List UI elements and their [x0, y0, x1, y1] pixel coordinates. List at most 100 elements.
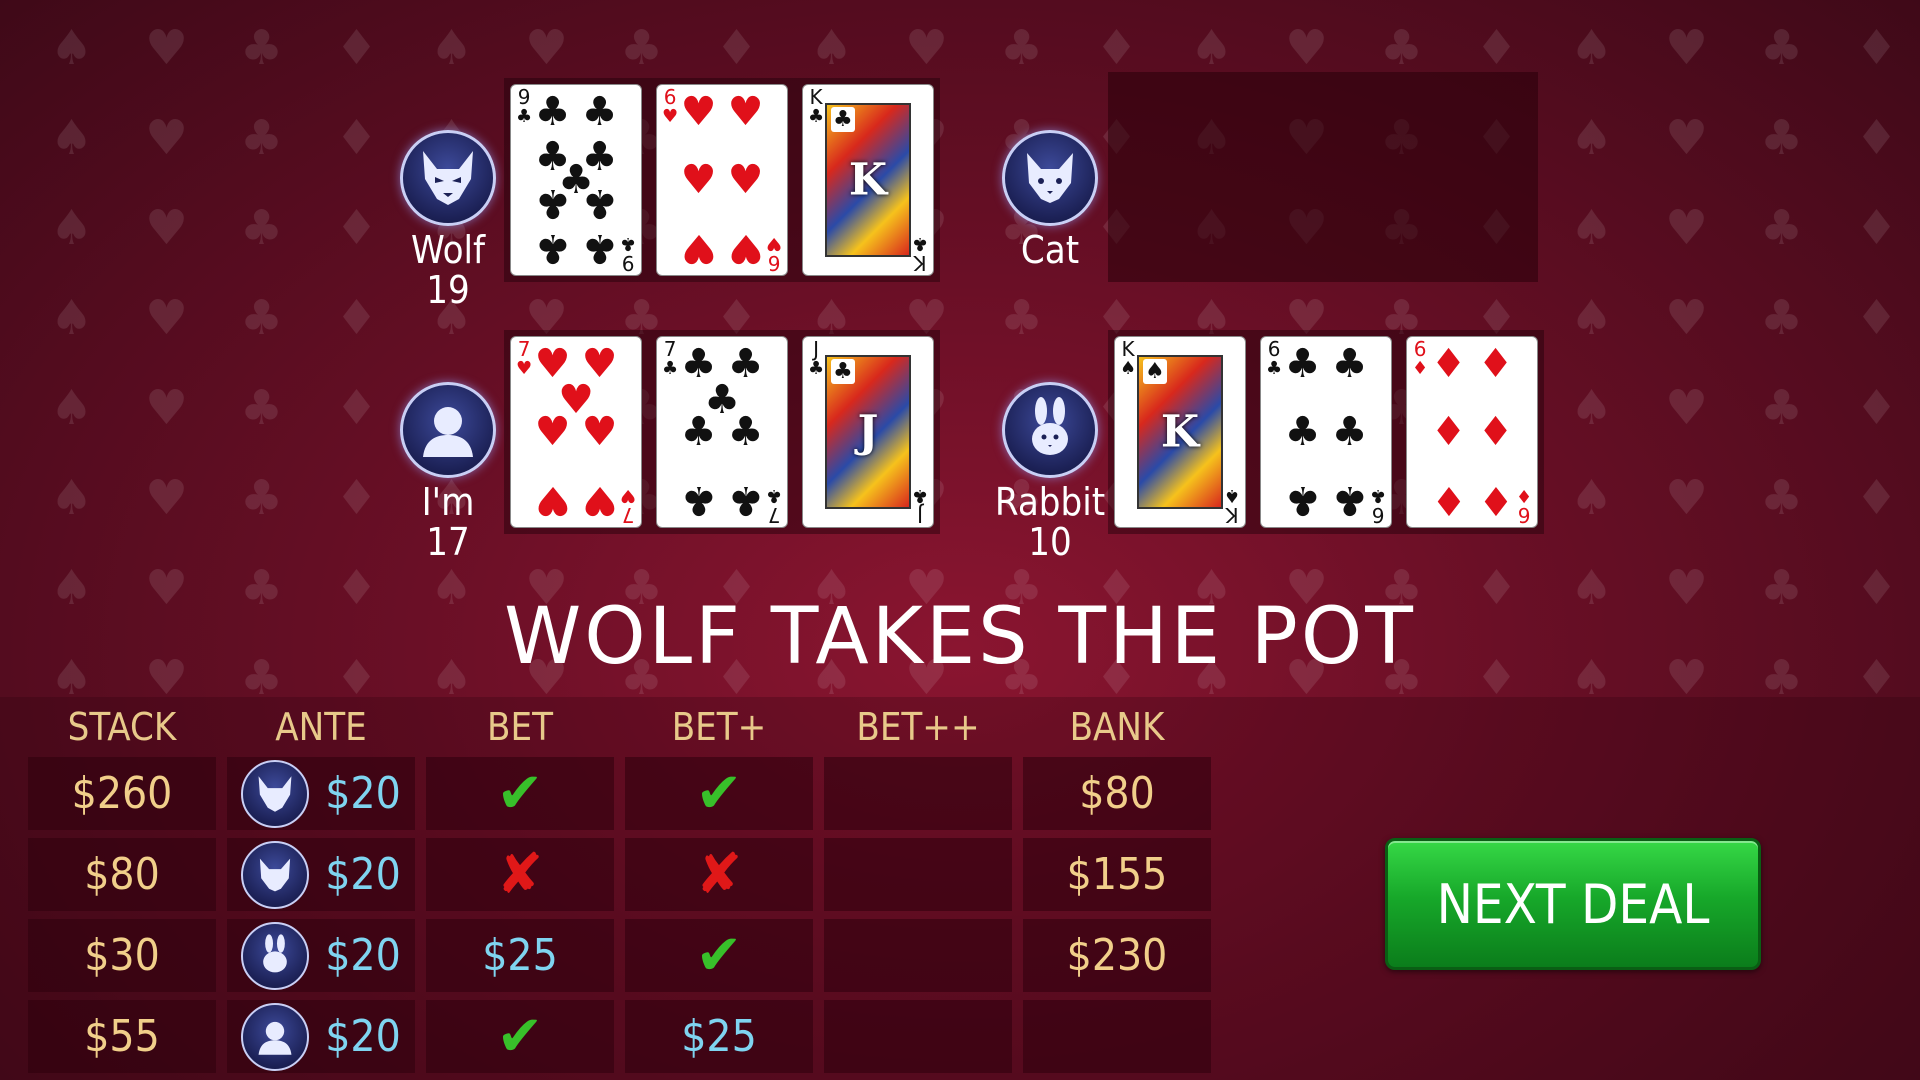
card-pip: ♥: [727, 88, 764, 135]
hand-cat-folded: [1108, 72, 1538, 282]
header-bank: BANK: [1069, 705, 1165, 749]
face-card-art: K ♣: [825, 103, 911, 257]
card-corner-index: K ♠: [1223, 485, 1240, 527]
card-pip: ♥: [680, 157, 717, 203]
hand-wolf: 9 ♣ 9 ♣ ♣ ♣ ♣ ♣ ♣ ♣ ♣ ♣ ♣ 6 ♥ 6 ♥ ♥ ♥ ♥ ♥ ♥ ♥ K ♣ K ♣ K ♣: [504, 78, 940, 282]
header-bet: BET: [487, 705, 553, 749]
card-pip: ♣: [1331, 477, 1368, 524]
card-rank: 7: [621, 503, 635, 527]
player-name: Cat: [1020, 228, 1080, 272]
cat-icon: [241, 840, 310, 909]
stack-value: $80: [84, 849, 160, 900]
player-name: Wolf: [410, 228, 485, 272]
bet-plus-plus-cell: [824, 1000, 1012, 1073]
player-wolf: Wolf 19: [388, 130, 508, 310]
card-pip: ♥: [680, 225, 717, 272]
stack-cell: $55: [28, 1000, 216, 1073]
hand-rabbit: K ♠ K ♠ K ♠ 6 ♣ 6 ♣ ♣ ♣ ♣ ♣ ♣ ♣ 6 ♦ 6 ♦ ♦ ♦ ♦ ♦ ♦ ♦: [1108, 330, 1544, 534]
card-pip: ♦: [1430, 409, 1467, 455]
playing-card: K ♣ K ♣ K ♣: [802, 84, 934, 276]
card-pip: ♥: [727, 225, 764, 272]
rabbit-icon: [1002, 382, 1098, 478]
card-pip: ♣: [1331, 409, 1368, 455]
card-pip: ♣: [534, 179, 571, 226]
hand-me: 7 ♥ 7 ♥ ♥ ♥ ♥ ♥ ♥ ♥ ♥ 7 ♣ 7 ♣ ♣ ♣ ♣ ♣ ♣ ♣ ♣ J ♣ J ♣ J ♣: [504, 330, 940, 534]
bank-cell: $80: [1023, 757, 1211, 830]
stack-value: $260: [71, 768, 173, 819]
bet-plus-value: $25: [681, 1011, 757, 1062]
card-pip: ♣: [1331, 340, 1368, 387]
ante-cell: $20: [227, 838, 415, 911]
bet-value: $25: [482, 930, 558, 981]
player-score: 10: [1028, 520, 1072, 564]
card-pip: ♦: [1430, 477, 1467, 524]
card-rank: 6: [767, 251, 781, 275]
card-pip: ♣: [727, 477, 764, 524]
card-rank: 7: [767, 503, 781, 527]
bet-cell: ✔: [426, 1000, 614, 1073]
card-pip: ♣: [680, 477, 717, 524]
player-score: 19: [426, 268, 470, 312]
face-card-art: J ♣: [825, 355, 911, 509]
card-pip: ♣: [581, 225, 618, 272]
card-corner-index: K ♣: [808, 87, 824, 127]
user-icon: [241, 1002, 310, 1071]
wolf-icon: [241, 759, 310, 828]
card-rank: 6: [1517, 503, 1531, 527]
face-card-rank: J: [857, 406, 879, 458]
cross-icon: ✘: [695, 842, 743, 907]
checkmark-icon: ✔: [496, 761, 544, 826]
card-rank: 9: [621, 251, 635, 275]
face-card-suit: ♣: [831, 359, 855, 384]
card-suit: ♠: [1223, 485, 1240, 506]
checkmark-icon: ✔: [695, 761, 743, 826]
card-corner-index: K ♣: [911, 233, 928, 275]
bet-plus-cell: $25: [625, 1000, 813, 1073]
bet-plus-plus-cell: [824, 838, 1012, 911]
bet-plus-cell: ✔: [625, 757, 813, 830]
player-rabbit: Rabbit 10: [990, 382, 1110, 562]
playing-card: 7 ♥ 7 ♥ ♥ ♥ ♥ ♥ ♥ ♥ ♥: [510, 336, 642, 528]
card-pip: ♣: [1284, 340, 1321, 387]
player-cat: Cat: [990, 130, 1110, 270]
stack-cell: $80: [28, 838, 216, 911]
next-deal-button[interactable]: NEXT DEAL: [1385, 838, 1761, 970]
player-name: Rabbit: [994, 480, 1106, 524]
card-rank: J: [916, 503, 923, 527]
ante-cell: $20: [227, 1000, 415, 1073]
bet-plus-cell: ✘: [625, 838, 813, 911]
card-pip: ♥: [534, 409, 571, 455]
header-stack: STACK: [67, 705, 177, 749]
ante-cell: $20: [227, 919, 415, 992]
cat-icon: [1002, 130, 1098, 226]
card-suit: ♣: [911, 233, 928, 254]
bet-plus-plus-cell: [824, 919, 1012, 992]
card-rank: 6: [1371, 503, 1385, 527]
playing-card: 9 ♣ 9 ♣ ♣ ♣ ♣ ♣ ♣ ♣ ♣ ♣ ♣: [510, 84, 642, 276]
card-pip: ♥: [581, 477, 618, 524]
checkmark-icon: ✔: [695, 923, 743, 988]
header-bet-plus: BET+: [671, 705, 767, 749]
card-pip: ♦: [1477, 340, 1514, 387]
card-corner-index: K ♠: [1120, 339, 1136, 379]
card-suit: ♠: [1120, 358, 1137, 379]
bank-cell: $155: [1023, 838, 1211, 911]
playing-card: K ♠ K ♠ K ♠: [1114, 336, 1246, 528]
card-pip: ♣: [1284, 409, 1321, 455]
card-pip: ♦: [1477, 409, 1514, 455]
card-pip: ♦: [1477, 477, 1514, 524]
playing-card: 6 ♦ 6 ♦ ♦ ♦ ♦ ♦ ♦ ♦: [1406, 336, 1538, 528]
playing-card: J ♣ J ♣ J ♣: [802, 336, 934, 528]
playing-card: 7 ♣ 7 ♣ ♣ ♣ ♣ ♣ ♣ ♣ ♣: [656, 336, 788, 528]
playing-card: 6 ♣ 6 ♣ ♣ ♣ ♣ ♣ ♣ ♣: [1260, 336, 1392, 528]
card-rank: K: [1225, 503, 1239, 527]
cross-icon: ✘: [496, 842, 544, 907]
card-pip: ♥: [727, 157, 764, 203]
card-pip: ♣: [1284, 477, 1321, 524]
bank-value: $155: [1066, 849, 1168, 900]
playing-card: 6 ♥ 6 ♥ ♥ ♥ ♥ ♥ ♥ ♥: [656, 84, 788, 276]
bet-cell: ✘: [426, 838, 614, 911]
card-suit: ♣: [808, 106, 825, 127]
header-bet-plus-plus: BET++: [856, 705, 980, 749]
stack-value: $55: [84, 1011, 160, 1062]
